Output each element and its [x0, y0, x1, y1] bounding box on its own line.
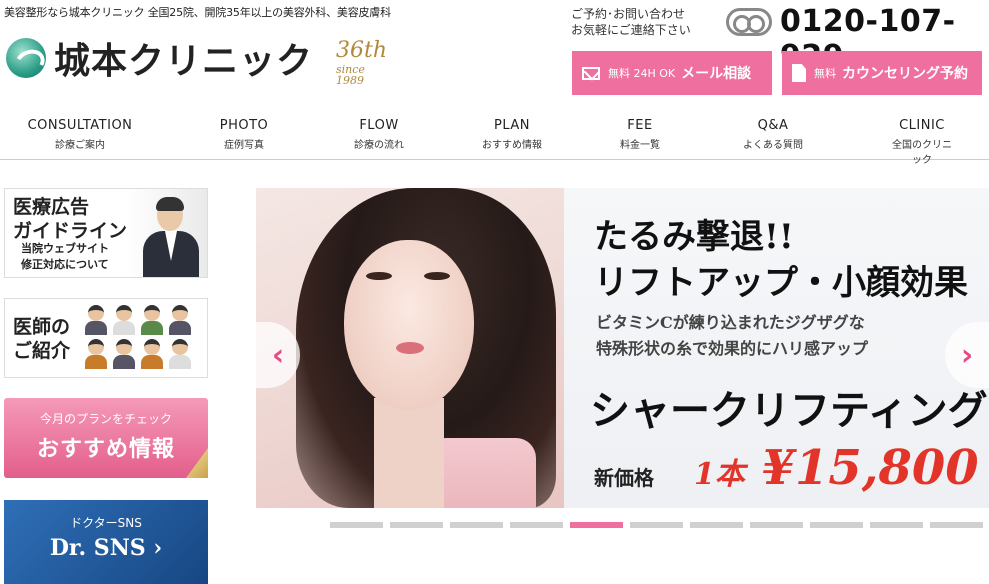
contact-note: ご予約･お問い合わせ お気軽にご連絡下さい [571, 6, 691, 38]
ad-sns-banner[interactable]: ドクターSNS Dr. SNS › [4, 500, 208, 584]
slide-headline: たるみ撃退!! リフトアップ・小顔効果 [594, 217, 968, 303]
doctor-face [169, 305, 191, 335]
nav-item-photo[interactable]: PHOTO 症例写真 [220, 118, 269, 151]
slider-dot[interactable] [810, 522, 863, 528]
slider-dot[interactable] [450, 522, 503, 528]
slider-dot[interactable] [570, 522, 623, 528]
doctor-face [113, 339, 135, 369]
doctor-face [141, 305, 163, 335]
counsel-button-label: カウンセリング予約 [842, 66, 968, 82]
sns-banner-big: Dr. SNS › [49, 535, 163, 561]
logo-mark-icon [6, 38, 46, 78]
plan-banner-small: 今月のプランをチェック [39, 412, 172, 426]
slide-product-name: シャークリフティング [590, 387, 988, 434]
anniversary-badge: 36th since 1989 [336, 38, 388, 87]
doctor-face [141, 339, 163, 369]
counseling-reserve-button[interactable]: 無料 カウンセリング予約 [782, 51, 982, 95]
ad-plan-banner[interactable]: 今月のプランをチェック おすすめ情報 [4, 398, 208, 478]
doctor-face [113, 305, 135, 335]
slider-pagination [330, 522, 983, 528]
slider-dot[interactable] [330, 522, 383, 528]
ad-guideline-banner[interactable]: 医療広告 ガイドライン 当院ウェブサイト 修正対応について [4, 188, 208, 278]
slider-dot[interactable] [690, 522, 743, 528]
slider-dot[interactable] [930, 522, 983, 528]
mail-consult-button[interactable]: 無料 24H OK メール相談 [572, 51, 772, 95]
doctor-face [85, 339, 107, 369]
slider-dot[interactable] [750, 522, 803, 528]
document-icon [792, 64, 806, 82]
mail-button-label: メール相談 [681, 66, 752, 82]
slide-text-panel: たるみ撃退!! リフトアップ・小顔効果 ビタミンCが練り込まれたジグザグな 特殊… [564, 188, 989, 508]
anniversary-since: since 1989 [336, 63, 365, 87]
sns-banner-small: ドクターSNS [70, 516, 142, 530]
nav-item-fee[interactable]: FEE 料金一覧 [620, 118, 660, 151]
counsel-button-note: 無料 [814, 67, 836, 80]
mail-icon [582, 66, 600, 80]
logo-text: 城本クリニック [54, 40, 314, 82]
nav-item-clinic[interactable]: CLINIC 全国のクリニック [889, 118, 956, 166]
slide-price: 1本 ¥15,800 [694, 440, 979, 496]
hero-slider[interactable]: たるみ撃退!! リフトアップ・小顔効果 ビタミンCが練り込まれたジグザグな 特殊… [256, 188, 989, 508]
main-nav: CONSULTATION 診療ご案内 PHOTO 症例写真 FLOW 診療の流れ PL… [0, 112, 989, 166]
plan-banner-big: おすすめ情報 [36, 436, 175, 462]
mail-button-note: 無料 24H OK [608, 67, 676, 80]
nav-item-flow[interactable]: FLOW 診療の流れ [354, 118, 404, 151]
doctor-portrait [141, 193, 201, 277]
slider-dot[interactable] [510, 522, 563, 528]
slider-dot[interactable] [630, 522, 683, 528]
nav-item-qa[interactable]: Q&A よくある質問 [743, 118, 803, 151]
freedial-icon [726, 8, 772, 36]
slider-dot[interactable] [390, 522, 443, 528]
nav-item-consultation[interactable]: CONSULTATION 診療ご案内 [28, 118, 133, 151]
nav-item-plan[interactable]: PLAN おすすめ情報 [482, 118, 542, 151]
slider-dot[interactable] [870, 522, 923, 528]
doctor-faces [85, 305, 205, 369]
top-tagline: 美容整形なら城本クリニック 全国25院、開院35年以上の美容外科、美容皮膚科 [4, 6, 391, 19]
doctors-title: 医師の ご紹介 [13, 316, 71, 362]
model-photo [256, 188, 564, 508]
contact-line-1: ご予約･お問い合わせ [571, 7, 686, 21]
guideline-sub: 当院ウェブサイト 修正対応について [21, 242, 109, 271]
contact-line-2: お気軽にご連絡下さい [571, 23, 691, 37]
anniversary-number: 36th [336, 38, 388, 63]
slide-subtext: ビタミンCが練り込まれたジグザグな 特殊形状の糸で効果的にハリ感アップ [596, 313, 869, 358]
clinic-logo[interactable]: 城本クリニック 36th since 1989 [6, 32, 387, 86]
doctor-face [85, 305, 107, 335]
guideline-title: 医療広告 ガイドライン [13, 196, 128, 242]
ad-doctors-banner[interactable]: 医師の ご紹介 [4, 298, 208, 378]
slide-price-label: 新価格 [594, 466, 654, 490]
doctor-face [169, 339, 191, 369]
